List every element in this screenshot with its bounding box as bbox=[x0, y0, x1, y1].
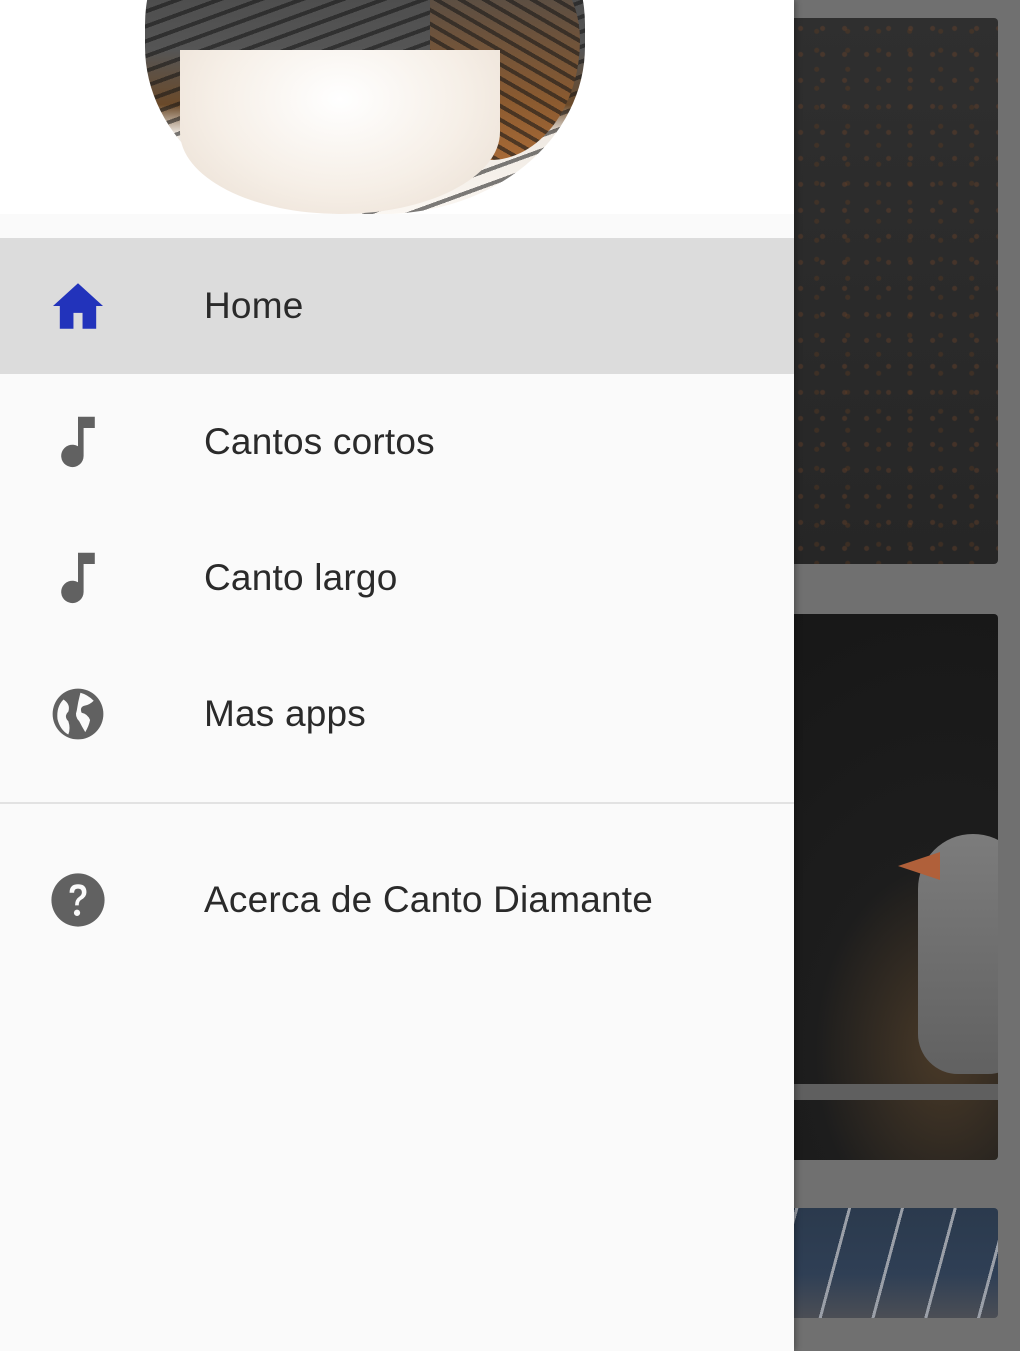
bird-beak bbox=[898, 852, 940, 880]
music-note-icon bbox=[48, 412, 108, 472]
help-icon bbox=[48, 870, 108, 930]
drawer-header-image bbox=[0, 0, 794, 214]
menu-divider bbox=[0, 802, 794, 804]
menu-label-acerca-de: Acerca de Canto Diamante bbox=[204, 879, 654, 920]
navigation-drawer: Home Cantos cortos Canto largo Mas apps … bbox=[0, 0, 794, 1351]
drawer-menu: Home Cantos cortos Canto largo Mas apps bbox=[0, 238, 794, 782]
app-screen: Home Cantos cortos Canto largo Mas apps … bbox=[0, 0, 1020, 1351]
menu-item-canto-largo[interactable]: Canto largo bbox=[0, 510, 794, 646]
menu-label-canto-largo: Canto largo bbox=[204, 557, 398, 598]
music-note-icon bbox=[48, 548, 108, 608]
menu-item-acerca-de[interactable]: Acerca de Canto Diamante bbox=[0, 832, 794, 968]
header-bird-belly bbox=[180, 50, 500, 214]
home-icon bbox=[48, 276, 108, 336]
globe-icon bbox=[48, 684, 108, 744]
menu-item-home[interactable]: Home bbox=[0, 238, 794, 374]
menu-item-cantos-cortos[interactable]: Cantos cortos bbox=[0, 374, 794, 510]
menu-label-home: Home bbox=[204, 285, 304, 326]
menu-label-mas-apps: Mas apps bbox=[204, 693, 367, 734]
menu-label-cantos-cortos: Cantos cortos bbox=[204, 421, 435, 462]
menu-item-mas-apps[interactable]: Mas apps bbox=[0, 646, 794, 782]
